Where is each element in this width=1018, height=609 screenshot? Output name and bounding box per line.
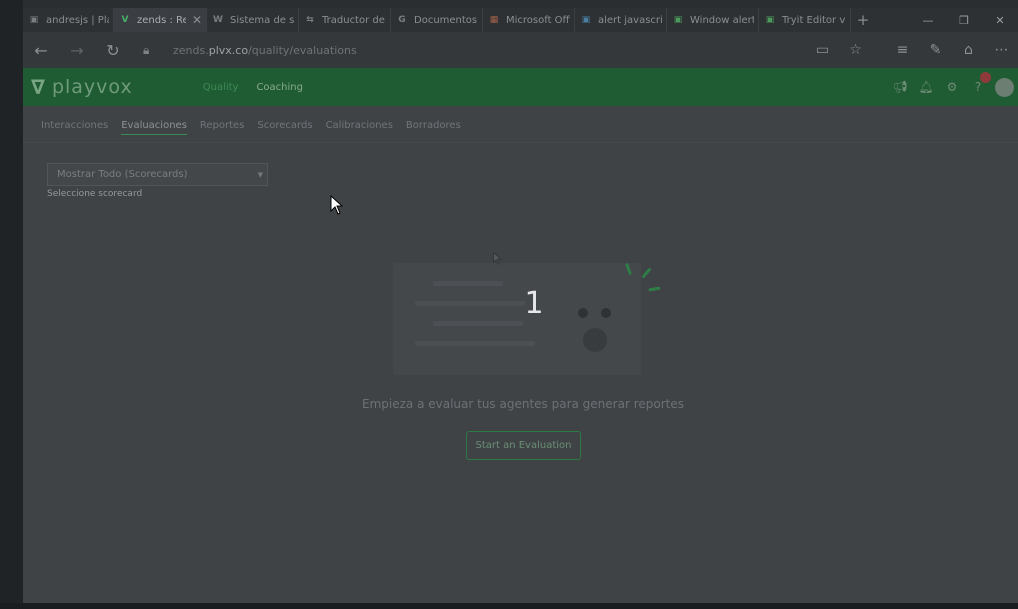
titlebar-strip	[23, 0, 1018, 8]
lock-icon: 🔒︎	[143, 42, 150, 57]
logo-text: playvox	[51, 76, 133, 98]
browser-tab[interactable]: ⇆ Traductor de	[299, 8, 391, 32]
browser-tab-active[interactable]: V zends : Re ✕	[114, 8, 207, 32]
chevron-down-icon: ▼	[257, 171, 263, 179]
app-header: ∇ playvox Quality Coaching 📢︎ 🔔︎ ⚙ ?	[23, 68, 1018, 106]
tab-reportes[interactable]: Reportes	[200, 120, 245, 135]
nav-coaching[interactable]: Coaching	[256, 82, 303, 93]
browser-tab[interactable]: ▣ alert javascri	[575, 8, 667, 32]
empty-state-message: Empieza a evaluar tus agentes para gener…	[362, 397, 684, 411]
web-note-icon[interactable]: ✎	[919, 42, 952, 58]
tab-label: Window alert	[690, 14, 754, 26]
select-value: Mostrar Todo (Scorecards)	[57, 169, 188, 180]
megaphone-icon[interactable]: 📢︎	[891, 78, 909, 96]
browser-tab[interactable]: ▣ Window alert	[667, 8, 759, 32]
select-hint: Seleccione scorecard	[47, 189, 143, 199]
window-controls: — ❐ ✕	[910, 8, 1018, 32]
new-tab-button[interactable]: +	[851, 8, 875, 32]
browser-actions: ▭ ☆ ≡ ✎ ⌂ ⋯	[806, 32, 1018, 68]
url-field[interactable]: zends.plvx.co/quality/evaluations	[173, 44, 357, 57]
tab-label: Traductor de	[322, 14, 385, 26]
illustration-eye	[578, 308, 588, 318]
browser-tab-bar: ▣ andresjs | Pla V zends : Re ✕ W Sistem…	[23, 0, 1018, 32]
minimize-icon[interactable]: —	[910, 8, 946, 32]
microsoft-icon: ▦	[489, 15, 499, 25]
tab-label: andresjs | Pla	[46, 14, 109, 26]
tab-scorecards[interactable]: Scorecards	[257, 120, 312, 135]
tab-borradores[interactable]: Borradores	[406, 120, 461, 135]
tab-label: alert javascri	[598, 14, 662, 26]
logo-mark-icon: ∇	[31, 75, 46, 99]
help-icon[interactable]: ?	[969, 72, 991, 96]
app-nav: Quality Coaching	[203, 82, 303, 93]
refresh-icon[interactable]: ↻	[95, 32, 131, 68]
tab-interacciones[interactable]: Interacciones	[41, 120, 108, 135]
tab-label: Tryit Editor v3	[782, 14, 846, 26]
illustration-spark	[641, 267, 652, 279]
close-icon[interactable]: ✕	[192, 13, 202, 27]
hub-icon[interactable]: ≡	[886, 42, 919, 58]
url-domain: plvx.co	[208, 43, 249, 57]
w3-icon: ▣	[673, 15, 683, 25]
illustration-line	[433, 321, 523, 326]
url-prefix: zends.	[173, 43, 209, 57]
close-window-icon[interactable]: ✕	[982, 8, 1018, 32]
bell-icon[interactable]: 🔔︎	[917, 78, 935, 96]
playvox-icon: V	[121, 15, 129, 25]
share-icon[interactable]: ⌂	[952, 42, 985, 58]
bookmark-icon: ▣	[581, 15, 591, 25]
taskbar	[0, 603, 1018, 609]
playvox-logo[interactable]: ∇ playvox	[31, 75, 133, 99]
scorecard-select[interactable]: Mostrar Todo (Scorecards) ▼	[47, 163, 268, 186]
main-content: Interacciones Evaluaciones Reportes Scor…	[23, 106, 1018, 603]
tab-evaluaciones[interactable]: Evaluaciones	[121, 120, 187, 135]
screen: ▣ andresjs | Pla V zends : Re ✕ W Sistem…	[0, 0, 1018, 609]
illustration-eye	[601, 308, 611, 318]
section-tabs: Interacciones Evaluaciones Reportes Scor…	[41, 120, 461, 135]
wikipedia-icon: W	[213, 15, 223, 25]
notification-badge	[980, 72, 991, 83]
profile-icon: ▣	[29, 15, 39, 25]
url-path: /quality/evaluations	[248, 43, 357, 57]
more-icon[interactable]: ⋯	[985, 42, 1018, 58]
illustration-line	[415, 341, 535, 346]
nav-quality[interactable]: Quality	[203, 82, 239, 93]
tab-label: Microsoft Offi	[506, 14, 570, 26]
browser-tab[interactable]: W Sistema de s	[207, 8, 299, 32]
browser-tab[interactable]: ▣ Tryit Editor v3	[759, 8, 851, 32]
tab-calibraciones[interactable]: Calibraciones	[326, 120, 393, 135]
tab-label: zends : Re	[137, 14, 186, 26]
mouse-cursor-icon	[330, 195, 344, 215]
step-number-overlay: 1	[524, 286, 544, 321]
address-bar: ← → ↻ 🔒︎ zends.plvx.co/quality/evaluatio…	[23, 32, 1018, 68]
tab-label: Documentos	[414, 14, 478, 26]
google-icon: G	[398, 15, 406, 25]
browser-tab[interactable]: ▦ Microsoft Offi	[483, 8, 575, 32]
tryit-icon: ▣	[765, 15, 775, 25]
restore-icon[interactable]: ❐	[946, 8, 982, 32]
ghost-cursor-icon	[493, 251, 502, 265]
avatar[interactable]	[995, 77, 1014, 97]
tab-label: Sistema de s	[230, 14, 294, 26]
favorite-star-icon[interactable]: ☆	[839, 42, 872, 58]
back-arrow-icon[interactable]: ←	[23, 32, 59, 68]
start-evaluation-button[interactable]: Start an Evaluation	[466, 431, 581, 460]
desktop-edge	[0, 0, 23, 609]
forward-arrow-icon[interactable]: →	[59, 32, 95, 68]
illustration-spark	[648, 286, 661, 292]
browser-tab[interactable]: G Documentos	[391, 8, 483, 32]
header-icons: 📢︎ 🔔︎ ⚙ ?	[891, 68, 1014, 106]
translate-icon: ⇆	[306, 15, 314, 25]
reading-view-icon[interactable]: ▭	[806, 42, 839, 58]
illustration-line	[433, 281, 503, 286]
gear-icon[interactable]: ⚙	[943, 78, 961, 96]
illustration-mouth	[583, 328, 607, 352]
divider	[23, 142, 1018, 143]
browser-tab[interactable]: ▣ andresjs | Pla	[23, 8, 114, 32]
